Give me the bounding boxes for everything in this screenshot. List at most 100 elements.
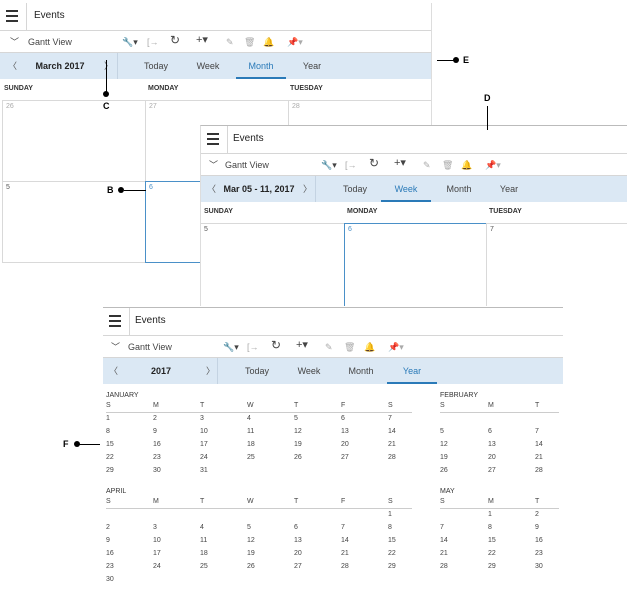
bell-icon[interactable]: 🔔	[364, 340, 375, 354]
view-selector[interactable]: Gantt View	[128, 340, 172, 354]
hamburger-menu-icon[interactable]	[109, 315, 121, 327]
date-cell[interactable]: 27	[488, 467, 496, 474]
date-cell[interactable]: 21	[440, 550, 448, 557]
tab-month[interactable]: Month	[236, 53, 286, 79]
date-cell[interactable]: 27	[294, 563, 302, 570]
pin-icon[interactable]: 📌▾	[485, 158, 501, 172]
date-cell[interactable]: 31	[200, 467, 208, 474]
chevron-down-icon[interactable]: ﹀	[209, 158, 218, 172]
date-cell[interactable]: 21	[341, 550, 349, 557]
next-arrow-icon[interactable]: 〉	[206, 364, 215, 378]
date-cell[interactable]: 20	[341, 441, 349, 448]
date-cell[interactable]: 20	[488, 454, 496, 461]
chevron-down-icon[interactable]: ﹀	[111, 340, 120, 354]
date-cell[interactable]: 18	[247, 441, 255, 448]
date-cell[interactable]: 22	[388, 550, 396, 557]
wrench-icon[interactable]: 🔧▾	[122, 35, 138, 49]
date-cell[interactable]: 10	[200, 428, 208, 435]
tab-year[interactable]: Year	[387, 358, 437, 384]
wrench-icon[interactable]: 🔧▾	[321, 158, 337, 172]
date-cell[interactable]: 30	[153, 467, 161, 474]
date-cell[interactable]: 2	[153, 415, 157, 422]
date-cell[interactable]: 14	[341, 537, 349, 544]
date-cell[interactable]: 29	[488, 563, 496, 570]
date-cell[interactable]: 28	[388, 454, 396, 461]
delete-icon[interactable]: 🗑	[442, 158, 453, 172]
tab-year[interactable]: Year	[290, 53, 334, 79]
date-cell[interactable]: 26	[440, 467, 448, 474]
view-selector[interactable]: Gantt View	[225, 158, 269, 172]
date-cell[interactable]: 7	[535, 428, 539, 435]
date-cell[interactable]: 28	[440, 563, 448, 570]
date-cell[interactable]: 9	[535, 524, 539, 531]
date-cell[interactable]: 30	[106, 576, 114, 583]
date-cell[interactable]: 19	[247, 550, 255, 557]
hamburger-menu-icon[interactable]	[6, 10, 18, 22]
refresh-icon[interactable]: ↻	[369, 156, 379, 170]
date-cell[interactable]: 9	[106, 537, 110, 544]
date-cell[interactable]: 17	[200, 441, 208, 448]
add-icon[interactable]: +▾	[196, 33, 208, 47]
date-cell[interactable]: 23	[535, 550, 543, 557]
day-cell[interactable]: 5	[2, 181, 146, 263]
date-cell[interactable]: 16	[153, 441, 161, 448]
date-cell[interactable]: 2	[535, 511, 539, 518]
date-cell[interactable]: 22	[488, 550, 496, 557]
edit-icon[interactable]: ✎	[423, 158, 431, 172]
date-cell[interactable]: 15	[106, 441, 114, 448]
bell-icon[interactable]: 🔔	[263, 35, 274, 49]
pin-icon[interactable]: 📌▾	[287, 35, 303, 49]
date-cell[interactable]: 18	[200, 550, 208, 557]
date-cell[interactable]: 2	[106, 524, 110, 531]
date-cell[interactable]: 7	[388, 415, 392, 422]
tab-today[interactable]: Today	[235, 358, 279, 384]
date-cell[interactable]: 24	[200, 454, 208, 461]
date-cell[interactable]: 15	[388, 537, 396, 544]
date-cell[interactable]: 13	[294, 537, 302, 544]
prev-arrow-icon[interactable]: 〈	[8, 59, 17, 73]
date-cell[interactable]: 29	[388, 563, 396, 570]
tab-year[interactable]: Year	[487, 176, 531, 202]
day-cell[interactable]: 7	[486, 223, 627, 306]
date-cell[interactable]: 14	[440, 537, 448, 544]
date-cell[interactable]: 13	[341, 428, 349, 435]
date-cell[interactable]: 29	[106, 467, 114, 474]
date-cell[interactable]: 9	[153, 428, 157, 435]
date-cell[interactable]: 3	[153, 524, 157, 531]
date-cell[interactable]: 13	[488, 441, 496, 448]
date-cell[interactable]: 3	[200, 415, 204, 422]
date-cell[interactable]: 21	[535, 454, 543, 461]
date-cell[interactable]: 20	[294, 550, 302, 557]
tab-today[interactable]: Today	[333, 176, 377, 202]
date-cell[interactable]: 27	[341, 454, 349, 461]
refresh-icon[interactable]: ↻	[271, 338, 281, 352]
view-selector[interactable]: Gantt View	[28, 35, 72, 49]
pin-icon[interactable]: 📌▾	[388, 340, 404, 354]
date-cell[interactable]: 19	[440, 454, 448, 461]
date-cell[interactable]: 15	[488, 537, 496, 544]
next-arrow-icon[interactable]: 〉	[303, 182, 312, 196]
export-icon[interactable]: [→	[247, 340, 259, 354]
date-cell[interactable]: 22	[106, 454, 114, 461]
add-icon[interactable]: +▾	[296, 338, 308, 352]
date-cell[interactable]: 4	[200, 524, 204, 531]
wrench-icon[interactable]: 🔧▾	[223, 340, 239, 354]
date-cell[interactable]: 11	[247, 428, 254, 435]
date-cell[interactable]: 26	[247, 563, 255, 570]
date-cell[interactable]: 17	[153, 550, 161, 557]
date-cell[interactable]: 10	[153, 537, 161, 544]
tab-week[interactable]: Week	[186, 53, 230, 79]
date-cell[interactable]: 26	[294, 454, 302, 461]
date-cell[interactable]: 6	[341, 415, 345, 422]
date-cell[interactable]: 23	[153, 454, 161, 461]
date-cell[interactable]: 7	[440, 524, 444, 531]
date-cell[interactable]: 6	[294, 524, 298, 531]
date-cell[interactable]: 1	[106, 415, 110, 422]
date-cell[interactable]: 14	[535, 441, 543, 448]
delete-icon[interactable]: 🗑	[344, 340, 355, 354]
add-icon[interactable]: +▾	[394, 156, 406, 170]
date-cell[interactable]: 11	[200, 537, 207, 544]
date-cell[interactable]: 5	[294, 415, 298, 422]
day-cell[interactable]: 5	[201, 223, 345, 306]
tab-week[interactable]: Week	[381, 176, 431, 202]
